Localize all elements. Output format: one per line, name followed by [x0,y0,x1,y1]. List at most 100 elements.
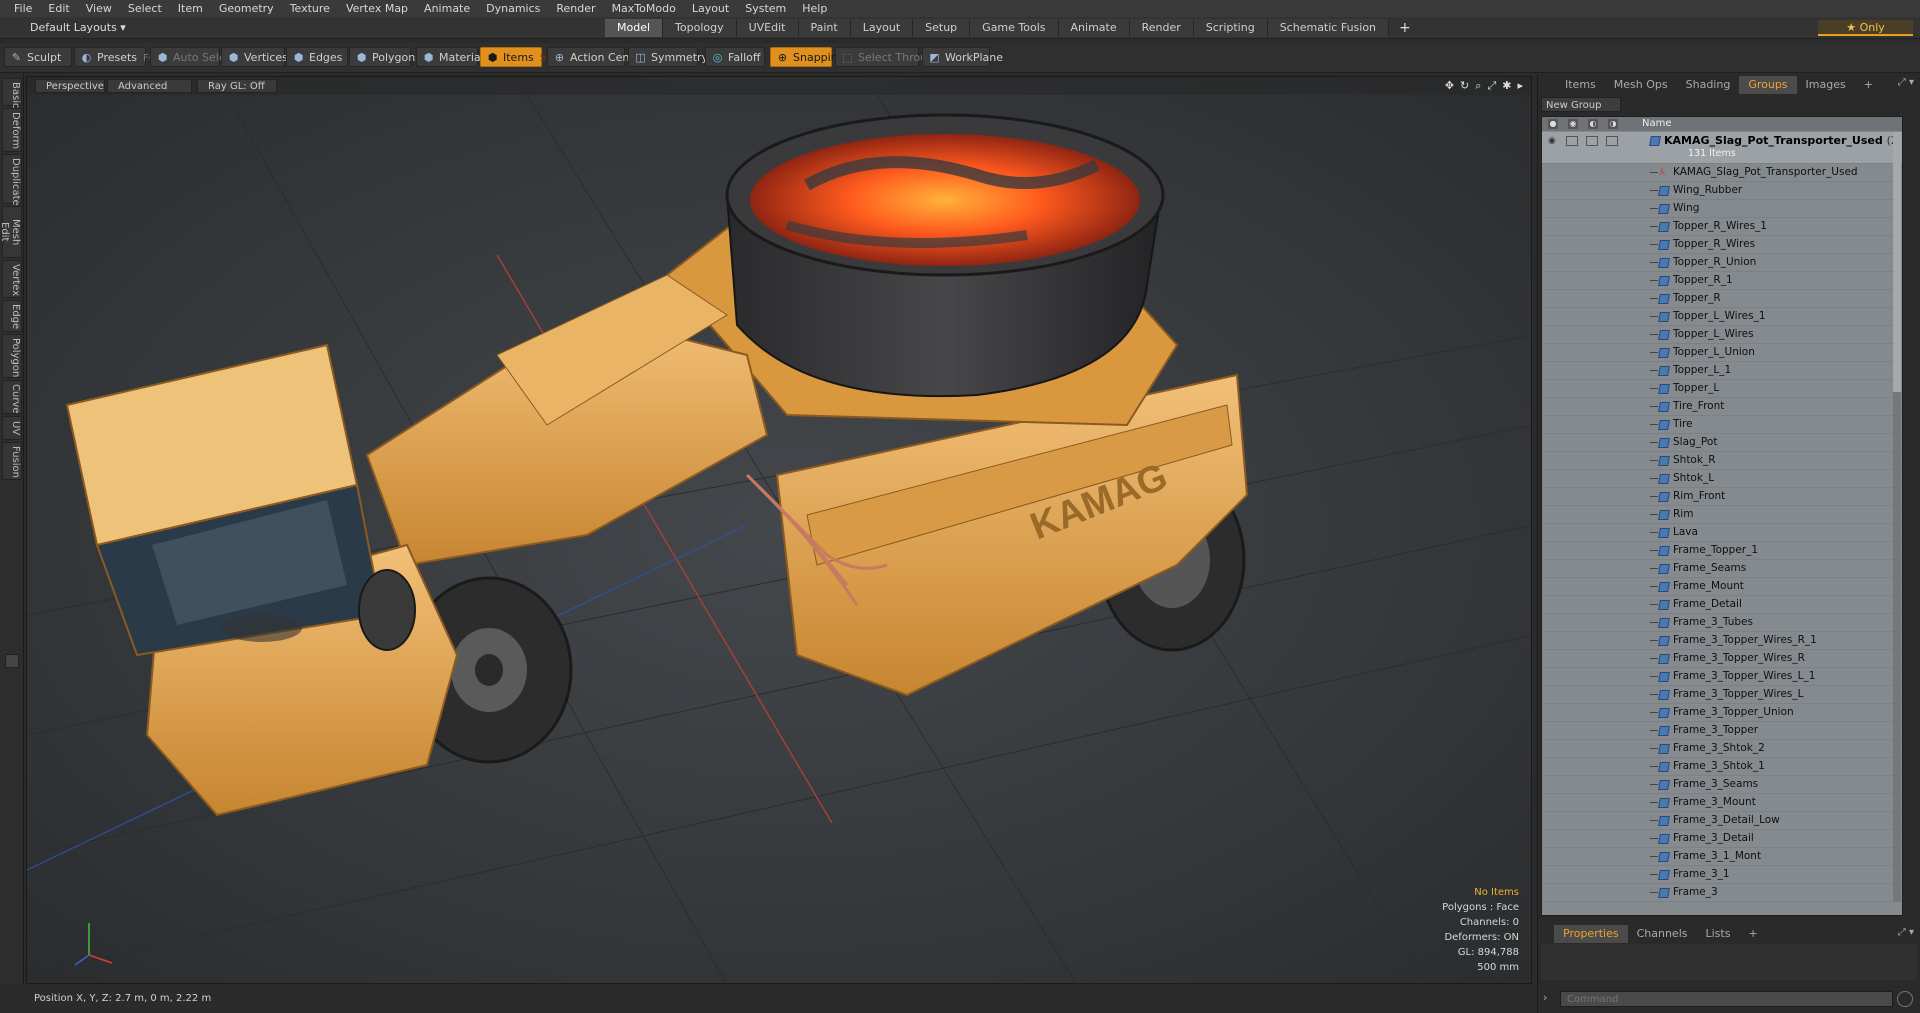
list-item[interactable]: Wing [1542,200,1902,218]
list-item[interactable]: Tire_Front [1542,398,1902,416]
list-item[interactable]: Frame_3_Shtok_2 [1542,740,1902,758]
menu-geometry[interactable]: Geometry [211,0,282,17]
list-item[interactable]: Frame_Topper_1 [1542,542,1902,560]
menu-vertex-map[interactable]: Vertex Map [338,0,416,17]
menu-view[interactable]: View [78,0,120,17]
menu-animate[interactable]: Animate [416,0,478,17]
properties-tab-lists[interactable]: Lists [1697,925,1740,943]
3d-viewport[interactable]: Perspective Advanced Ray GL: Off ✥ ↻ ⌕ ⤢… [26,76,1532,984]
list-item[interactable]: Frame_3_Shtok_1 [1542,758,1902,776]
command-history-icon[interactable]: › [1543,991,1547,1004]
list-item[interactable]: Topper_L_Wires [1542,326,1902,344]
render-column-icon[interactable]: ◉ [1568,119,1578,129]
select-column-icon[interactable]: ◑ [1608,119,1618,129]
list-item[interactable]: Topper_R_1 [1542,272,1902,290]
panel-expand-icon[interactable]: ⤢ ▾ [1898,77,1914,88]
rotate-view-icon[interactable]: ↻ [1460,79,1469,93]
list-item[interactable]: Frame_3_Topper_Union [1542,704,1902,722]
menu-file[interactable]: File [6,0,40,17]
action-center-button[interactable]: ⊕ Action Center [547,47,645,67]
sculpt-button[interactable]: ✎ Sculpt [4,47,72,67]
layout-tab-setup[interactable]: Setup [913,19,971,37]
vertices-button[interactable]: ⬢Vertices1 [221,47,300,67]
auto-select-button[interactable]: ⬢ Auto Select [150,47,236,67]
menu-select[interactable]: Select [120,0,170,17]
menu-system[interactable]: System [737,0,794,17]
group-row[interactable]: ◉ KAMAG_Slag_Pot_Transporter_Used (2...13… [1542,132,1902,164]
list-item[interactable]: Frame_Seams [1542,560,1902,578]
list-item[interactable]: Topper_R [1542,290,1902,308]
menu-item[interactable]: Item [170,0,211,17]
list-item[interactable]: Shtok_L [1542,470,1902,488]
panel-tab-images[interactable]: Images [1797,76,1855,94]
raygl-toggle[interactable]: Ray GL: Off [197,79,277,93]
viewport-settings-icon[interactable]: ✱ [1502,79,1511,93]
tool-tab-fusion[interactable]: Fusion [2,442,22,480]
panel-tab-mesh-ops[interactable]: Mesh Ops [1605,76,1677,94]
view-mode-selector[interactable]: Perspective [35,79,105,93]
falloff-button[interactable]: ◎ Falloff [705,47,765,67]
panel-tab-groups[interactable]: Groups [1739,76,1797,94]
new-group-button[interactable]: New Group [1541,97,1621,112]
tool-tab-polygon[interactable]: Polygon [2,334,22,378]
list-item[interactable]: Frame_3_1_Mont [1542,848,1902,866]
list-item[interactable]: Frame_3_Topper_Wires_R_1 [1542,632,1902,650]
list-item[interactable]: Slag_Pot [1542,434,1902,452]
only-button[interactable]: ★ Only [1818,20,1913,36]
viewport-menu-icon[interactable]: ▸ [1517,79,1523,93]
list-item[interactable]: Topper_L [1542,380,1902,398]
layout-tab-scripting[interactable]: Scripting [1193,19,1268,37]
tool-tab-uv[interactable]: UV [2,416,22,440]
add-properties-tab-button[interactable]: + [1739,925,1766,943]
properties-tab-channels[interactable]: Channels [1628,925,1697,943]
layout-tab-model[interactable]: Model [605,19,664,37]
list-item[interactable]: Frame_3_Topper_Wires_L_1 [1542,668,1902,686]
menu-help[interactable]: Help [794,0,835,17]
tool-tab-vertex[interactable]: Vertex [2,260,22,298]
visibility-column-icon[interactable]: ● [1548,119,1558,129]
lock-column-icon[interactable]: ◐ [1588,119,1598,129]
layout-tab-paint[interactable]: Paint [798,19,851,37]
layout-tab-game-tools[interactable]: Game Tools [970,19,1059,37]
select-toggle[interactable] [1606,136,1618,146]
list-item[interactable]: Topper_L_Union [1542,344,1902,362]
panel-tab-shading[interactable]: Shading [1677,76,1740,94]
list-item[interactable]: Topper_L_1 [1542,362,1902,380]
tool-tab-curve[interactable]: Curve [2,380,22,414]
command-run-button[interactable] [1897,991,1913,1007]
layout-tab-uvedit[interactable]: UVEdit [736,19,799,37]
list-item[interactable]: Shtok_R [1542,452,1902,470]
tool-tab-edge[interactable]: Edge [2,300,22,332]
menu-layout[interactable]: Layout [684,0,737,17]
select-through-button[interactable]: ⬚ Select Through [835,47,941,67]
visibility-eye-icon[interactable]: ◉ [1548,136,1558,146]
menu-render[interactable]: Render [548,0,603,17]
list-item[interactable]: Topper_R_Wires_1 [1542,218,1902,236]
zoom-view-icon[interactable]: ⌕ [1475,79,1481,93]
advanced-shading-selector[interactable]: Advanced [107,79,192,93]
lock-toggle[interactable] [1586,136,1598,146]
list-item[interactable]: ⅄ KAMAG_Slag_Pot_Transporter_Used [1542,164,1902,182]
layout-tab-layout[interactable]: Layout [850,19,914,37]
list-item[interactable]: Frame_3_Topper_Wires_L [1542,686,1902,704]
list-item[interactable]: Frame_3_Seams [1542,776,1902,794]
layout-tab-topology[interactable]: Topology [663,19,737,37]
move-view-icon[interactable]: ✥ [1445,79,1454,93]
command-input[interactable] [1560,991,1893,1007]
snapping-button[interactable]: ⊕ Snapping [770,47,845,67]
tool-tab-basic[interactable]: Basic [2,78,22,108]
scrollbar-thumb[interactable] [1893,132,1901,392]
list-scrollbar[interactable] [1893,132,1901,902]
list-item[interactable]: Frame_3_Tubes [1542,614,1902,632]
name-column-header[interactable]: Name [1642,117,1672,131]
edges-button[interactable]: ⬢Edges2 [286,47,355,67]
list-item[interactable]: Topper_R_Union [1542,254,1902,272]
list-item[interactable]: Frame_Detail [1542,596,1902,614]
list-item[interactable]: Frame_3_1 [1542,866,1902,884]
menu-maxtomodo[interactable]: MaxToModo [604,0,684,17]
list-item[interactable]: Rim [1542,506,1902,524]
panel-tab-items[interactable]: Items [1556,76,1605,94]
list-item[interactable]: Frame_3 [1542,884,1902,902]
layout-selector[interactable]: Default Layouts ▾ [30,21,180,34]
layout-tab-render[interactable]: Render [1129,19,1194,37]
